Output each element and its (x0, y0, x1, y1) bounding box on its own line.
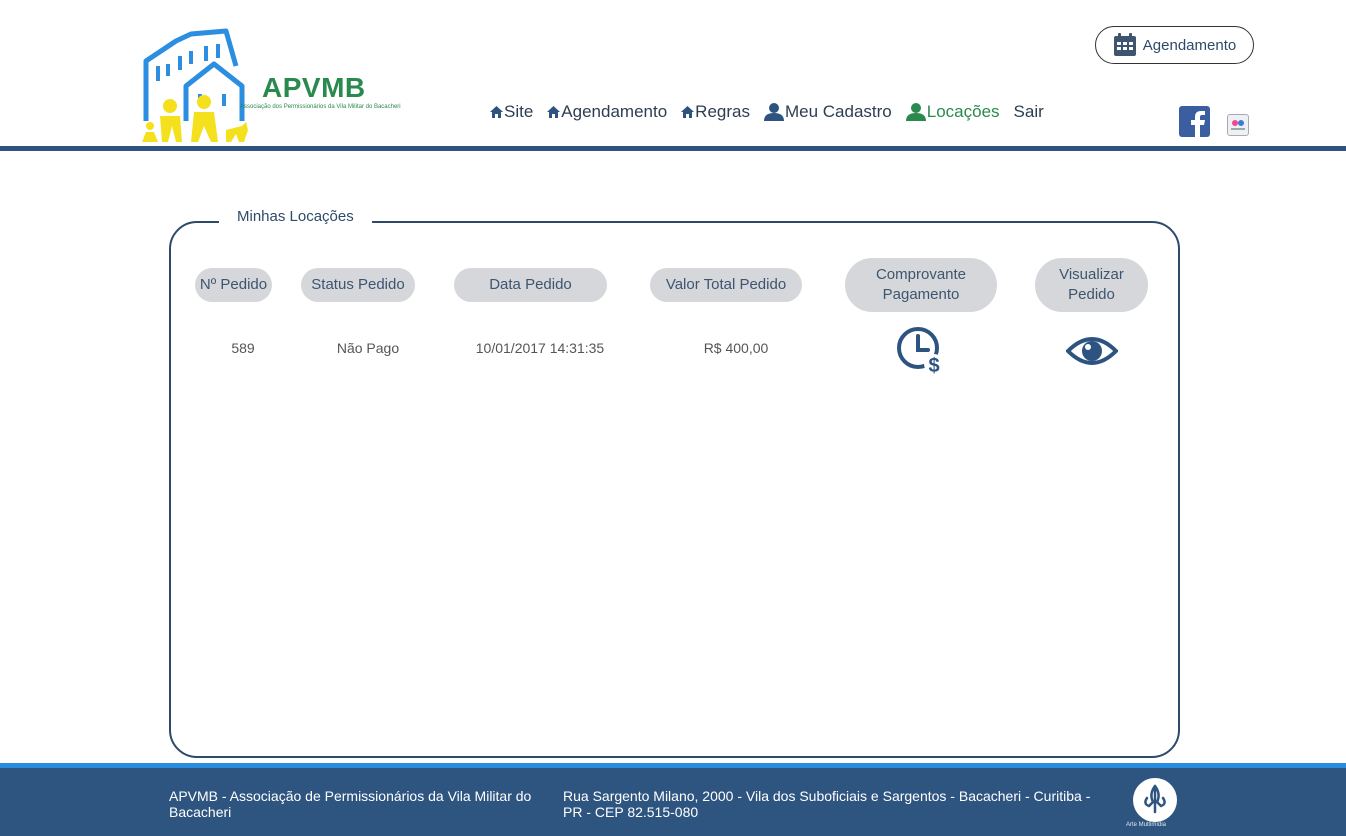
calendar-icon (1113, 33, 1136, 56)
user-icon (763, 103, 784, 121)
agendamento-button[interactable]: Agendamento (1095, 26, 1254, 64)
main-nav: Site Agendamento Regras Meu Cadastro Loc… (490, 102, 1044, 122)
col-header-comprovante: Comprovante Pagamento (845, 258, 997, 312)
cell-valor: R$ 400,00 (703, 340, 769, 356)
home-icon (681, 106, 695, 118)
home-icon (490, 106, 503, 118)
col-header-status: Status Pedido (301, 268, 415, 302)
footer: APVMB - Associação de Permissionários da… (0, 768, 1346, 836)
col-header-numero: Nº Pedido (195, 268, 272, 302)
home-icon (547, 106, 561, 118)
flickr-icon[interactable] (1227, 114, 1249, 136)
footer-address: Rua Sargento Milano, 2000 - Vila dos Sub… (563, 788, 1091, 820)
svg-text:$: $ (928, 355, 939, 377)
logo-title: APVMB (262, 72, 366, 103)
arte-multimidia-logo-icon[interactable] (1133, 778, 1177, 822)
payment-receipt-icon[interactable]: $ (896, 326, 946, 378)
logo-subtitle: Associação dos Permissionários da Vila M… (240, 104, 401, 110)
nav-label: Meu Cadastro (784, 102, 892, 121)
col-header-data: Data Pedido (454, 268, 607, 302)
nav-label: Agendamento (561, 102, 668, 121)
nav-agendamento[interactable]: Agendamento (547, 102, 667, 122)
agendamento-button-label: Agendamento (1142, 36, 1237, 54)
col-header-valor: Valor Total Pedido (650, 268, 802, 302)
nav-sair[interactable]: Sair (1014, 102, 1044, 122)
footer-badge-label: Arte Multimídia (1126, 822, 1167, 828)
cell-data: 10/01/2017 14:31:35 (475, 340, 605, 356)
nav-locacoes[interactable]: Locações (905, 102, 1000, 122)
nav-meu-cadastro[interactable]: Meu Cadastro (763, 102, 892, 122)
nav-site[interactable]: Site (490, 102, 533, 122)
nav-regras[interactable]: Regras (681, 102, 750, 122)
header-divider (0, 146, 1346, 151)
nav-label: Site (504, 102, 534, 121)
cell-numero: 589 (231, 340, 255, 356)
user-icon (905, 103, 926, 121)
col-header-visualizar: Visualizar Pedido (1035, 258, 1148, 312)
header: APVMB Associação dos Permissionários da … (0, 0, 1346, 146)
nav-label: Regras (695, 102, 750, 121)
panel-title: Minhas Locações (219, 208, 372, 225)
nav-label: Sair (1013, 102, 1044, 121)
cell-status: Não Pago (336, 340, 400, 356)
view-order-icon[interactable] (1066, 334, 1118, 368)
footer-org-name: APVMB - Associação de Permissionários da… (169, 788, 532, 820)
facebook-icon[interactable] (1179, 106, 1210, 137)
nav-label: Locações (926, 102, 1000, 121)
